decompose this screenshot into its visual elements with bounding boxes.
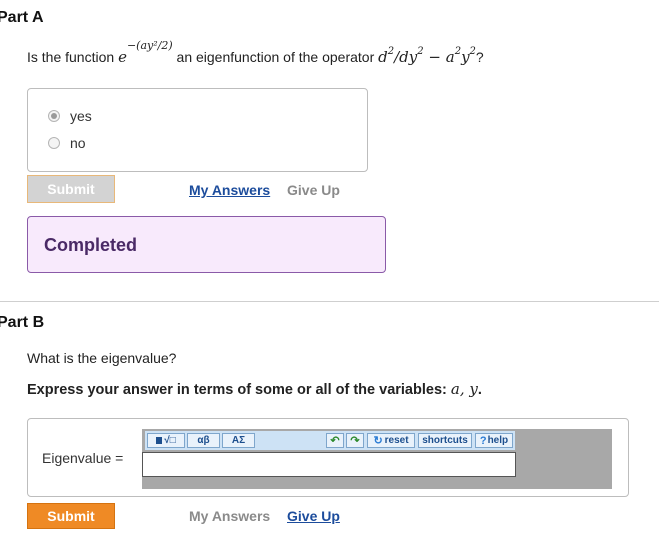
templates-icon bbox=[156, 437, 163, 444]
help-button[interactable]: ? help bbox=[475, 433, 513, 448]
redo-button[interactable]: ↷ bbox=[346, 433, 364, 448]
part-a-question: Is the function e−(ay²/2) an eigenfuncti… bbox=[27, 39, 484, 66]
undo-button[interactable]: ↶ bbox=[326, 433, 344, 448]
part-b-my-answers-link[interactable]: My Answers bbox=[189, 508, 270, 524]
reset-icon: ↻ bbox=[373, 435, 383, 447]
shortcuts-button[interactable]: shortcuts bbox=[418, 433, 472, 448]
part-b-title: Part B bbox=[0, 314, 45, 331]
symbols-button[interactable]: ΑΣ bbox=[222, 433, 255, 448]
eigenvalue-label: Eigenvalue = bbox=[42, 450, 124, 466]
operator-expression: d2/dy2 − a2y2 bbox=[378, 46, 476, 66]
part-a-my-answers-link[interactable]: My Answers bbox=[189, 182, 270, 198]
completed-banner: Completed bbox=[27, 216, 386, 273]
question-text-before: Is the function bbox=[27, 49, 115, 65]
answer-choices-box: yes no bbox=[27, 88, 368, 172]
part-b-instruction: Express your answer in terms of some or … bbox=[27, 380, 482, 398]
section-divider bbox=[0, 301, 659, 302]
templates-button[interactable]: √□ bbox=[147, 433, 185, 448]
math-toolbar: √□ αβ ΑΣ ↶ ↷ ↻ reset shortcuts ? help bbox=[145, 431, 515, 450]
help-icon: ? bbox=[479, 434, 487, 447]
part-a-title: Part A bbox=[0, 9, 44, 26]
choice-no[interactable]: no bbox=[48, 135, 86, 151]
reset-button[interactable]: ↻ reset bbox=[367, 433, 415, 448]
eigenvalue-input[interactable] bbox=[142, 452, 516, 477]
completed-label: Completed bbox=[44, 235, 138, 255]
question-mark: ? bbox=[475, 49, 484, 65]
part-b-submit-button[interactable]: Submit bbox=[27, 503, 115, 529]
undo-arrow-icon: ↶ bbox=[330, 435, 340, 447]
function-expression: e−(ay²/2) bbox=[118, 39, 173, 66]
part-b-give-up-link[interactable]: Give Up bbox=[287, 508, 340, 524]
choice-no-label: no bbox=[70, 135, 86, 151]
greek-letters-button[interactable]: αβ bbox=[187, 433, 220, 448]
radio-unselected-icon[interactable] bbox=[48, 137, 60, 149]
part-b-question: What is the eigenvalue? bbox=[27, 350, 177, 366]
part-a-give-up-link[interactable]: Give Up bbox=[287, 182, 340, 198]
question-text-middle: an eigenfunction of the operator bbox=[176, 49, 375, 65]
part-a-submit-button[interactable]: Submit bbox=[27, 175, 115, 203]
choice-yes[interactable]: yes bbox=[48, 108, 92, 124]
redo-arrow-icon: ↷ bbox=[350, 435, 360, 447]
radio-selected-icon[interactable] bbox=[48, 110, 60, 122]
choice-yes-label: yes bbox=[70, 108, 92, 124]
